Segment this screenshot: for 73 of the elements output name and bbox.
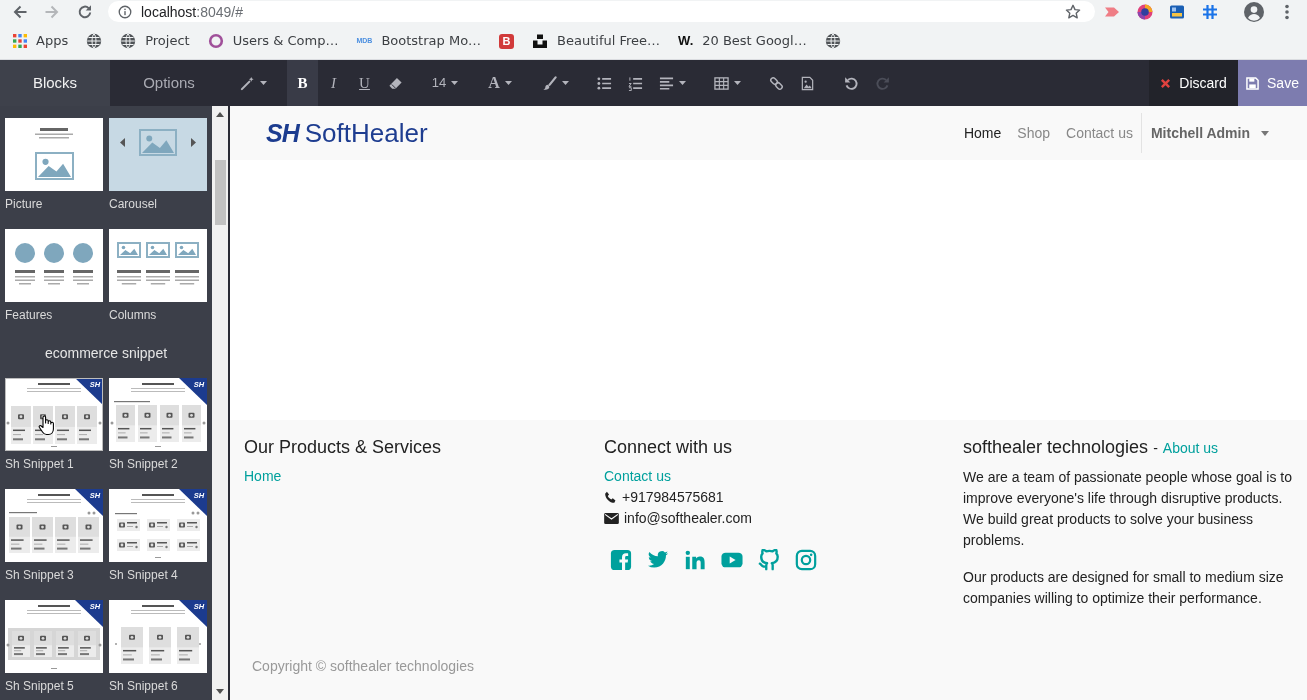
footer-heading: softhealer technologies	[963, 436, 1149, 458]
underline-button[interactable]: U	[349, 60, 380, 106]
snippet-label: Sh Snippet 2	[109, 457, 179, 471]
facebook-icon[interactable]	[610, 549, 632, 571]
save-button[interactable]: Save	[1238, 60, 1307, 106]
bookmark-link[interactable]: Users & Comp…	[203, 27, 343, 55]
star-icon[interactable]	[1065, 3, 1081, 20]
phone-icon	[604, 491, 617, 504]
x-mark-icon	[1160, 77, 1172, 89]
hand-cursor-icon	[37, 414, 56, 436]
snippet-label: Columns	[109, 308, 158, 322]
bold-button[interactable]: B	[287, 60, 318, 106]
bookmark-link[interactable]: B	[495, 27, 519, 55]
caret-icon	[1261, 130, 1269, 136]
blocks-icon	[532, 33, 549, 49]
globe-icon	[86, 33, 103, 49]
address-field[interactable]: localhost:8049/#	[108, 1, 1095, 22]
panel-tab[interactable]: Options	[110, 60, 228, 106]
phone-number-text: +917984575681	[622, 488, 724, 507]
globe-icon	[120, 33, 137, 49]
profile-icon[interactable]	[1244, 1, 1264, 22]
snippet-label: Sh Snippet 5	[5, 679, 75, 693]
user-menu-button[interactable]: Mitchell Admin	[1150, 122, 1269, 144]
github-icon[interactable]	[758, 549, 780, 571]
footer-heading: Our Products & Services	[244, 436, 443, 458]
about-paragraph: Our products are designed for small to medium size companies willing to optimize their performance.	[963, 568, 1285, 608]
font-color-button[interactable]: A	[479, 60, 521, 106]
instagram-icon[interactable]	[795, 549, 817, 571]
info-icon	[118, 4, 132, 19]
color-ring-icon[interactable]	[1137, 3, 1153, 20]
discard-button[interactable]: Discard	[1149, 60, 1238, 106]
about-paragraph: We are a team of passionate people whose goal is to improve everyone's life through disruptive products. We build great products to solve your business problems.	[963, 468, 1293, 550]
dash-separator: -	[1153, 439, 1158, 458]
bookmark-link[interactable]: Beautiful Free…	[528, 27, 665, 55]
italic-button[interactable]: I	[318, 60, 349, 106]
back-icon[interactable]	[12, 3, 28, 20]
bookmark-link[interactable]: Project	[116, 27, 194, 55]
scrollbar-thumb[interactable]	[214, 160, 226, 225]
menu-icon[interactable]	[1283, 3, 1291, 20]
linkedin-icon[interactable]	[684, 549, 706, 571]
apps-grid-icon	[13, 34, 27, 48]
section-heading: ecommerce snippet	[43, 344, 169, 362]
favicon-text: W.	[678, 33, 694, 49]
letter-tile: B	[499, 33, 515, 49]
email-address-text: info@softhealer.com	[624, 509, 752, 528]
snippet-label: Features	[5, 308, 54, 322]
snippet-label: Carousel	[109, 197, 159, 211]
scroll-down-icon[interactable]	[216, 689, 224, 694]
nav-menu-link[interactable]: Shop	[1009, 122, 1058, 144]
bookmark-link[interactable]: W. 20 Best Googl…	[674, 27, 811, 55]
footer-heading: Connect with us	[604, 436, 734, 458]
scroll-up-icon[interactable]	[216, 112, 224, 117]
bookmark-link[interactable]: Apps	[9, 27, 73, 55]
features-block-drawing[interactable]	[5, 229, 103, 302]
panel-tab[interactable]: Blocks	[0, 60, 110, 106]
snippet-label: Sh Snippet 4	[109, 568, 179, 582]
window-icon[interactable]	[1169, 3, 1185, 20]
ring-icon	[207, 33, 224, 49]
copyright-text: Copyright © softhealer technologies	[251, 658, 475, 674]
snippet-label: Picture	[5, 197, 44, 211]
globe-icon	[824, 33, 841, 49]
hash-icon[interactable]	[1202, 3, 1218, 20]
reload-icon[interactable]	[77, 3, 93, 20]
font-size-button[interactable]: 14	[424, 60, 466, 106]
snippet-label: Sh Snippet 1	[5, 457, 75, 471]
columns-block-drawing[interactable]	[109, 229, 207, 302]
snippet-label: Sh Snippet 6	[109, 679, 179, 693]
site-logo[interactable]: SH SoftHealer	[266, 120, 428, 146]
snippet-label: Sh Snippet 3	[5, 568, 75, 582]
envelope-icon	[604, 513, 619, 524]
nav-menu-link[interactable]: Home	[955, 122, 1010, 144]
picture-block-drawing[interactable]	[5, 118, 103, 191]
url-text: localhost:8049/#	[141, 3, 243, 20]
